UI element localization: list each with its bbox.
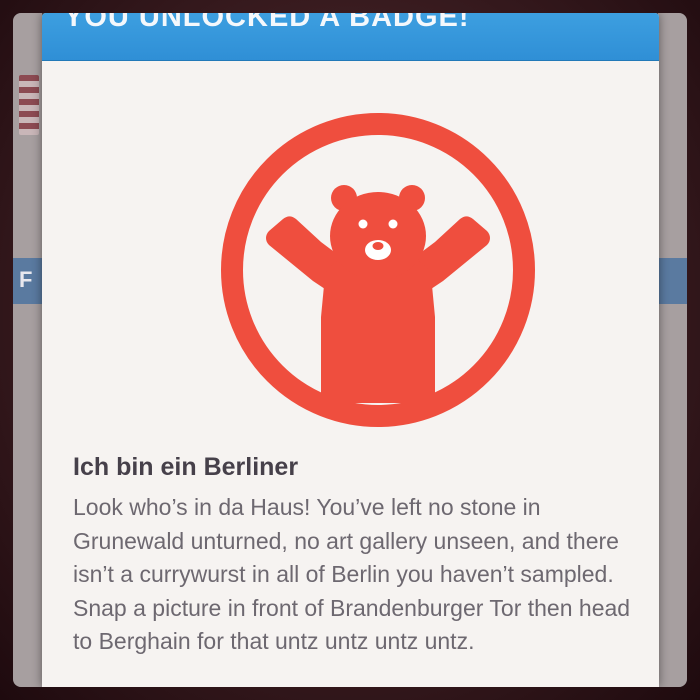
background-app-letter: F xyxy=(19,267,33,292)
badge-description: Look who’s in da Haus! You’ve left no st… xyxy=(73,494,631,654)
badge-unlocked-dialog: YOU UNLOCKED A BADGE! Ich bin ein Berlin… xyxy=(42,13,659,687)
background-app-right-edge xyxy=(658,13,687,687)
dialog-header: YOU UNLOCKED A BADGE! xyxy=(42,13,659,61)
background-app-header-right xyxy=(658,258,687,304)
berlin-bear-icon xyxy=(221,113,535,427)
badge-name: Ich bin ein Berliner xyxy=(73,453,299,481)
background-flag-image xyxy=(19,75,39,135)
dialog-title: YOU UNLOCKED A BADGE! xyxy=(64,13,470,33)
device-screen: F YOU UNLOCKED A BADGE! Ich bin ein Berl… xyxy=(13,13,687,687)
